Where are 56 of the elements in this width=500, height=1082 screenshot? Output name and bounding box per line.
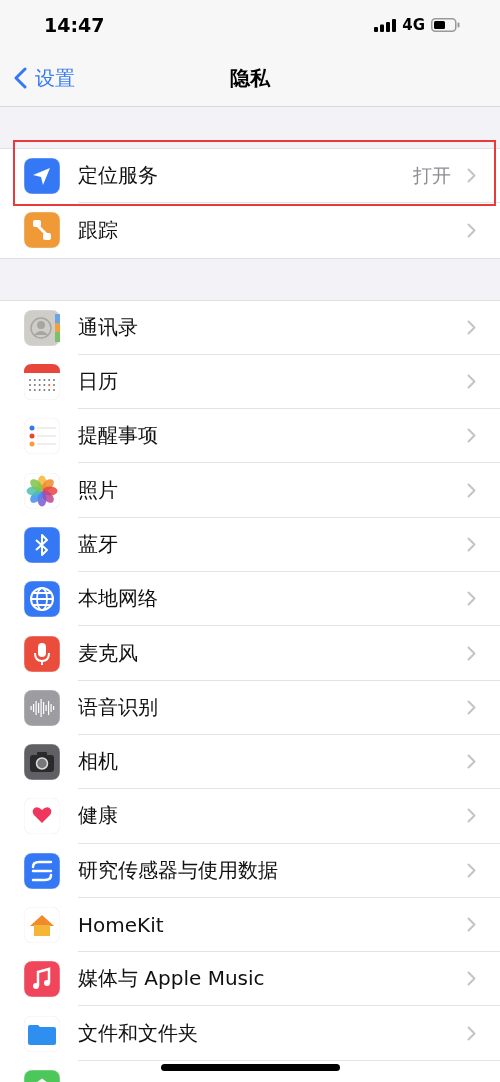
chevron-icon	[467, 168, 476, 184]
calendar-icon	[24, 364, 60, 401]
setting-label: 媒体与 Apple Music	[78, 965, 265, 993]
chevron-icon	[467, 591, 476, 607]
path-icon	[24, 212, 60, 249]
house-icon	[24, 907, 60, 943]
back-chevron-icon	[14, 67, 27, 89]
setting-label: HomeKit	[78, 912, 164, 937]
network-label: 4G	[402, 16, 425, 34]
setting-label: 文件和文件夹	[78, 1019, 198, 1047]
list-icon	[24, 418, 60, 455]
setting-value: 打开	[413, 162, 451, 188]
camera-icon	[24, 744, 60, 781]
setting-label: 语音识别	[78, 693, 158, 721]
setting-label: 日历	[78, 368, 118, 396]
chevron-icon	[467, 917, 476, 932]
chevron-icon	[467, 428, 476, 444]
location-arrow-icon	[24, 158, 60, 195]
setting-label: 本地网络	[78, 585, 158, 613]
setting-label: 提醒事项	[78, 422, 158, 450]
setting-label: 相机	[78, 748, 118, 776]
chevron-icon	[467, 319, 476, 335]
chevron-icon	[467, 482, 476, 498]
person-card-icon	[24, 309, 60, 346]
heart-icon	[24, 798, 60, 835]
setting-label: 定位服务	[78, 162, 158, 190]
setting-label: 健康	[78, 802, 118, 830]
back-button[interactable]: 设置	[0, 64, 75, 92]
waveform-icon	[24, 689, 60, 726]
microphone-icon	[24, 635, 60, 672]
page-title: 隐私	[230, 64, 270, 92]
chevron-icon	[467, 645, 476, 661]
setting-label: 研究传感器与使用数据	[78, 856, 278, 884]
setting-label: 麦克风	[78, 639, 138, 667]
signal-icon	[374, 18, 397, 32]
chevron-icon	[467, 862, 476, 878]
chevron-icon	[467, 754, 476, 770]
setting-label: 蓝牙	[78, 530, 118, 558]
globe-icon	[24, 581, 60, 618]
chevron-icon	[467, 808, 476, 824]
folder-icon	[24, 1015, 60, 1052]
setting-label: 跟踪	[78, 216, 118, 244]
setting-label: 通讯录	[78, 313, 138, 341]
chevron-icon	[467, 1025, 476, 1041]
loop-arrows-icon	[24, 852, 60, 889]
flower-icon	[24, 472, 60, 509]
battery-icon	[431, 18, 460, 32]
bluetooth-icon	[24, 526, 60, 563]
chevron-icon	[467, 971, 476, 987]
chevron-icon	[467, 536, 476, 552]
setting-label: 照片	[78, 476, 118, 504]
chevron-icon	[467, 222, 476, 238]
chevron-icon	[467, 374, 476, 390]
chevron-icon	[467, 699, 476, 715]
status-time: 14:47	[44, 14, 105, 36]
music-note-icon	[24, 961, 60, 998]
